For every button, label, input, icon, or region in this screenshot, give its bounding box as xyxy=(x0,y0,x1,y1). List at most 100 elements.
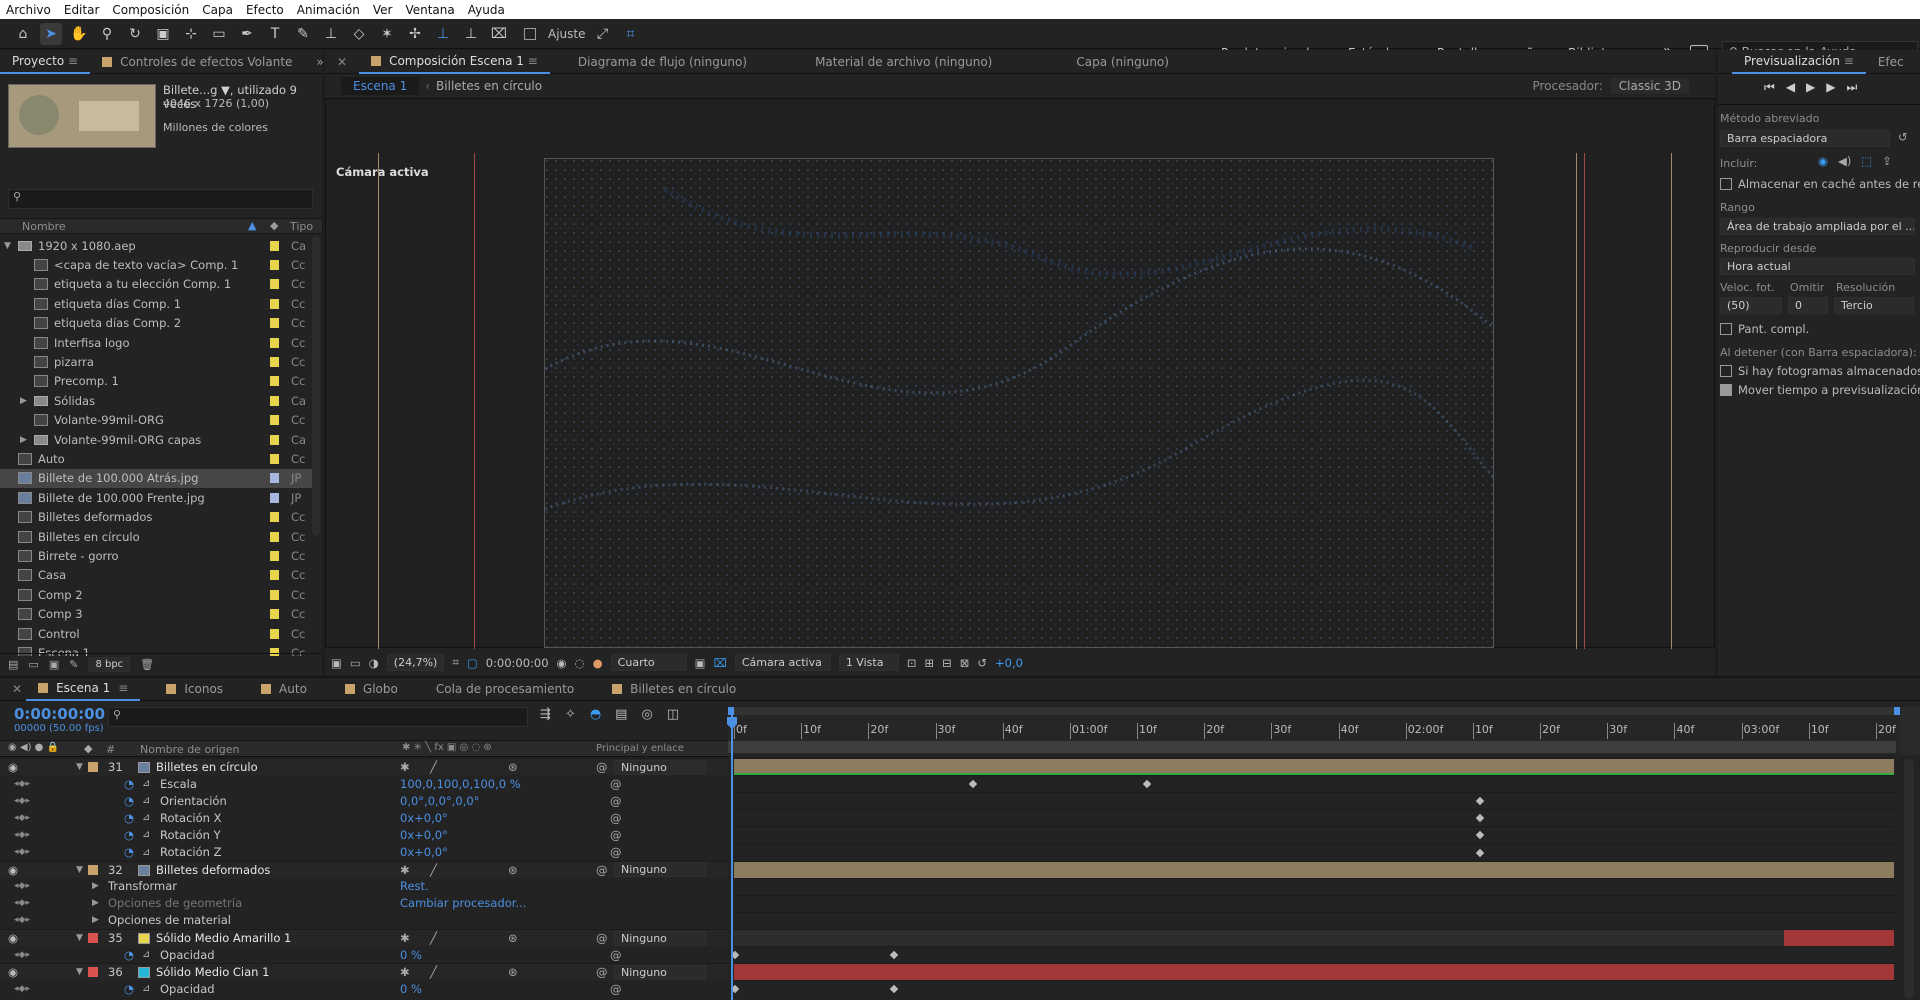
project-item[interactable]: Precomp. 1 Cc xyxy=(0,372,316,391)
project-item[interactable]: Billete de 100.000 Atrás.jpg JP xyxy=(0,468,316,488)
reset-shortcut-icon[interactable]: ↺ xyxy=(1898,130,1908,144)
layer-name[interactable]: Sólido Medio Cian 1 xyxy=(156,965,269,979)
label-column-icon[interactable]: ◆ xyxy=(270,219,278,232)
pixel-aspect-icon[interactable]: ⊡ xyxy=(907,656,917,670)
keyframe-nav-icon[interactable]: ◂◆▸ xyxy=(14,847,30,857)
shortcut-select[interactable]: Barra espaciadora xyxy=(1720,130,1890,147)
timeline-timecode[interactable]: 0:00:00:00 xyxy=(14,705,105,723)
pen-tool-icon[interactable]: ✒ xyxy=(236,23,258,45)
next-frame-icon[interactable]: ▶ xyxy=(1826,80,1835,95)
layer-name[interactable]: Billetes deformados xyxy=(156,863,270,877)
keyframe-nav-icon[interactable]: ◂◆▸ xyxy=(14,779,30,789)
fast-preview-icon[interactable]: ⊞ xyxy=(924,656,934,670)
property-group-value[interactable]: Rest. xyxy=(400,879,429,893)
stopwatch-icon[interactable]: ◔ xyxy=(124,845,134,859)
snap-options-icon[interactable]: ⤢ xyxy=(592,23,614,45)
keyframe-icon[interactable] xyxy=(1142,779,1152,789)
menu-item[interactable]: Ayuda xyxy=(468,3,505,17)
local-axis-icon[interactable]: ⊥ xyxy=(432,23,454,45)
timeline-property-row[interactable]: ◂◆▸ ▶ Opciones de material xyxy=(0,912,728,929)
stopwatch-icon[interactable]: ◔ xyxy=(124,777,134,791)
visibility-eye-icon[interactable]: ◉ xyxy=(8,863,18,877)
playhead[interactable] xyxy=(731,715,733,1000)
type-tool-icon[interactable]: T xyxy=(264,23,286,45)
last-frame-icon[interactable]: ⏭ xyxy=(1847,80,1858,95)
project-scrollbar[interactable] xyxy=(312,236,320,536)
keyframe-nav-icon[interactable]: ◂◆▸ xyxy=(14,796,30,806)
graph-icon[interactable]: ⊿ xyxy=(142,829,150,840)
menu-item[interactable]: Editar xyxy=(64,3,100,17)
property-value[interactable]: 0x+0,0° xyxy=(400,811,448,825)
expression-pickwhip-icon[interactable]: @ xyxy=(610,828,622,842)
menu-item[interactable]: Ventana xyxy=(405,3,454,17)
tab-footage[interactable]: Material de archivo (ninguno) xyxy=(803,55,1004,69)
label-color-swatch[interactable] xyxy=(270,473,279,484)
col-name-header[interactable]: Nombre xyxy=(22,220,66,233)
timeline-property-row[interactable]: ◂◆▸ ◔ ⊿ Rotación Z 0x+0,0° @ xyxy=(0,844,728,861)
tab-composition[interactable]: Composición Escena 1 ≡ xyxy=(359,50,550,74)
fullscreen-option[interactable]: Pant. compl. xyxy=(1720,322,1809,336)
keyframe-nav-icon[interactable]: ◂◆▸ xyxy=(14,984,30,994)
keyframe-icon[interactable] xyxy=(1475,814,1484,823)
breadcrumb-scene[interactable]: Escena 1 xyxy=(341,77,420,95)
property-group-name[interactable]: Opciones de geometría xyxy=(108,896,242,910)
chevron-right-icon[interactable]: ▶ xyxy=(92,881,99,891)
timeline-track[interactable] xyxy=(734,860,1894,878)
play-from-select[interactable]: Hora actual xyxy=(1720,258,1915,275)
keyframe-nav-icon[interactable]: ◂◆▸ xyxy=(14,813,30,823)
menu-item[interactable]: Animación xyxy=(297,3,360,17)
reset-exposure-icon[interactable]: ↺ xyxy=(977,656,987,670)
keyframe-icon[interactable] xyxy=(889,985,899,994)
project-item[interactable]: Birrete - gorro Cc xyxy=(0,546,316,565)
parent-pickwhip-icon[interactable]: @ xyxy=(596,760,608,774)
label-color-swatch[interactable] xyxy=(270,298,279,309)
keyframe-nav-icon[interactable]: ◂◆▸ xyxy=(14,898,30,908)
project-item[interactable]: Auto Cc xyxy=(0,449,316,468)
graph-icon[interactable]: ⊿ xyxy=(142,949,150,960)
quality-switch-icon[interactable]: ╱ xyxy=(430,931,437,945)
project-item[interactable]: ▶ Sólidas Ca xyxy=(0,391,316,410)
visibility-eye-icon[interactable]: ◉ xyxy=(8,760,18,774)
tab-preview[interactable]: Previsualización ≡ xyxy=(1732,50,1866,74)
source-name-header[interactable]: Nombre de origen xyxy=(140,743,239,756)
layer-label-color[interactable] xyxy=(88,967,98,978)
timeline-track[interactable] xyxy=(730,946,1894,964)
label-color-swatch[interactable] xyxy=(270,628,279,639)
snap-checkbox[interactable] xyxy=(524,28,536,40)
chevron-right-icon[interactable]: ▶ xyxy=(20,396,27,406)
expression-pickwhip-icon[interactable]: @ xyxy=(610,811,622,825)
label-color-swatch[interactable] xyxy=(270,434,279,445)
timeline-track[interactable] xyxy=(734,775,1894,793)
fullscreen-checkbox[interactable] xyxy=(1720,323,1732,335)
work-area-bar[interactable] xyxy=(728,707,1900,715)
menu-item[interactable]: Archivo xyxy=(6,3,51,17)
layer-label-color[interactable] xyxy=(88,762,98,772)
stopwatch-icon[interactable]: ◔ xyxy=(124,828,134,842)
zoom-select[interactable]: (24,7%) xyxy=(386,654,445,671)
channel-icon[interactable]: ● xyxy=(593,656,603,670)
puppet-tool-icon[interactable]: ✢ xyxy=(404,23,426,45)
timeline-track[interactable] xyxy=(734,843,1894,861)
tab-menu-icon[interactable]: ≡ xyxy=(118,681,128,695)
layer-label-color[interactable] xyxy=(88,933,98,943)
timeline-track[interactable] xyxy=(734,877,1894,895)
snapshot-icon[interactable]: ◉ xyxy=(557,656,567,670)
project-item[interactable]: ▼ 1920 x 1080.aep Ca xyxy=(0,236,316,255)
breadcrumb-child[interactable]: Billetes en círculo xyxy=(436,79,542,93)
graph-editor-icon[interactable]: ◫ xyxy=(667,707,679,722)
menu-item[interactable]: Capa xyxy=(202,3,233,17)
project-item[interactable]: pizarra Cc xyxy=(0,352,316,371)
prev-frame-icon[interactable]: ◀ xyxy=(1786,80,1795,95)
rotate-tool-icon[interactable]: ↻ xyxy=(124,23,146,45)
property-value[interactable]: 0,0°,0,0°,0,0° xyxy=(400,794,479,808)
clone-stamp-icon[interactable]: ⊥ xyxy=(320,23,342,45)
time-ruler[interactable]: 0f 10f 20f 30f 40f 01:00f 10f 20f 30f 40f 02:00f 10… xyxy=(728,707,1900,755)
transparency-grid-icon[interactable]: ⌧ xyxy=(714,656,727,670)
shape-tool-icon[interactable]: ▭ xyxy=(208,23,230,45)
first-frame-icon[interactable]: ⏮ xyxy=(1764,80,1775,95)
tab-flowchart[interactable]: Diagrama de flujo (ninguno) xyxy=(566,55,759,69)
menu-item[interactable]: Efecto xyxy=(246,3,284,17)
comp-marker-bin[interactable] xyxy=(1900,707,1920,755)
graph-icon[interactable]: ⊿ xyxy=(142,847,150,858)
work-area-range[interactable] xyxy=(728,741,1896,753)
